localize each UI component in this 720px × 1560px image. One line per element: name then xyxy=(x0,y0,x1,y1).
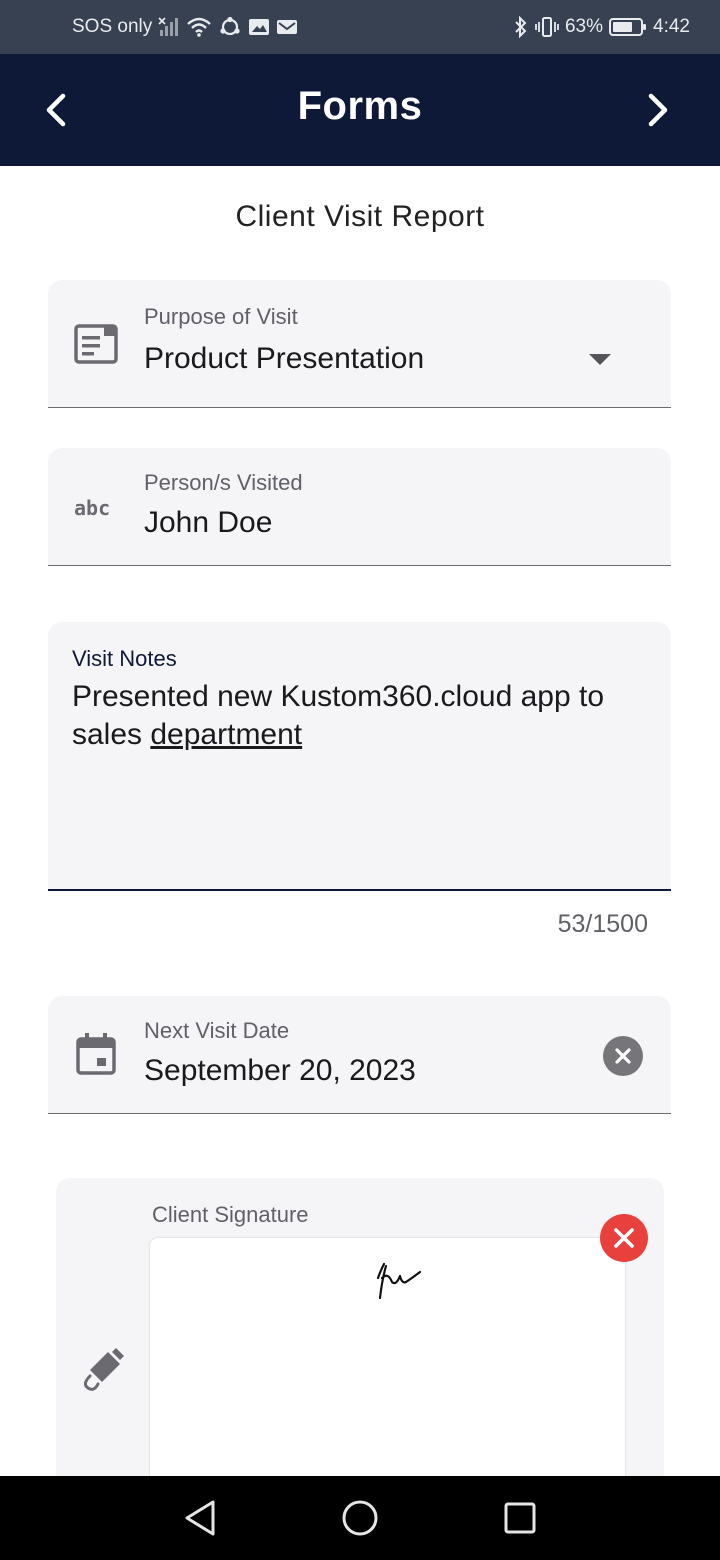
app-bar: Forms xyxy=(0,54,720,166)
status-right: 63% 4:42 xyxy=(513,15,690,39)
clock: 4:42 xyxy=(653,16,690,37)
close-icon xyxy=(614,1228,634,1248)
triangle-back-icon xyxy=(185,1500,215,1536)
signature-label: Client Signature xyxy=(152,1202,309,1227)
visit-notes-label: Visit Notes xyxy=(72,646,177,671)
no-signal-icon xyxy=(158,16,180,38)
persons-visited-value: John Doe xyxy=(144,506,273,539)
forward-button[interactable] xyxy=(628,80,688,140)
signature-pen-icon xyxy=(80,1346,128,1399)
form-list-icon xyxy=(72,320,120,368)
text-abc-icon: abc xyxy=(72,484,120,532)
visit-notes-text-underlined: department xyxy=(150,718,303,751)
clear-date-button[interactable] xyxy=(603,1036,643,1076)
signature-drawing xyxy=(376,1262,422,1300)
status-bar: SOS only 63% 4:42 xyxy=(0,0,720,54)
purpose-of-visit-dropdown[interactable]: Purpose of Visit Product Presentation xyxy=(48,280,671,408)
purpose-value: Product Presentation xyxy=(144,342,425,375)
character-counter: 53/1500 xyxy=(557,910,648,938)
close-icon xyxy=(615,1048,631,1064)
square-recents-icon xyxy=(504,1502,536,1534)
page-title: Forms xyxy=(297,84,423,128)
system-home-button[interactable] xyxy=(315,1476,405,1560)
persons-visited-input[interactable]: abc Person/s Visited John Doe xyxy=(48,448,671,566)
gallery-icon xyxy=(248,17,270,37)
next-visit-date-label: Next Visit Date xyxy=(144,1018,290,1043)
svg-text:abc: abc xyxy=(74,496,110,520)
calendar-icon xyxy=(72,1030,120,1078)
purpose-label: Purpose of Visit xyxy=(144,304,298,329)
carrier-text: SOS only xyxy=(72,16,153,37)
system-navigation-bar xyxy=(0,1476,720,1560)
dropdown-arrow-icon[interactable] xyxy=(589,354,611,365)
system-recents-button[interactable] xyxy=(475,1476,565,1560)
sync-icon xyxy=(218,16,242,38)
visit-notes-text: Presented new Kustom360.cloud app to sal… xyxy=(72,678,652,754)
vibrate-icon xyxy=(535,16,559,38)
mail-icon xyxy=(276,17,298,37)
circle-home-icon xyxy=(342,1500,378,1536)
status-left: SOS only xyxy=(72,16,298,38)
next-visit-date-picker[interactable]: Next Visit Date September 20, 2023 xyxy=(48,996,671,1114)
next-visit-date-value: September 20, 2023 xyxy=(144,1054,416,1087)
form-title: Client Visit Report xyxy=(235,200,485,233)
system-back-button[interactable] xyxy=(155,1476,245,1560)
persons-visited-label: Person/s Visited xyxy=(144,470,303,495)
chevron-right-icon xyxy=(648,93,668,127)
battery-icon xyxy=(609,17,647,37)
wifi-icon xyxy=(186,16,212,38)
bluetooth-icon xyxy=(513,15,529,39)
battery-percent: 63% xyxy=(564,16,604,37)
clear-signature-button[interactable] xyxy=(600,1214,648,1262)
visit-notes-textarea[interactable]: Visit Notes Presented new Kustom360.clou… xyxy=(48,622,671,891)
